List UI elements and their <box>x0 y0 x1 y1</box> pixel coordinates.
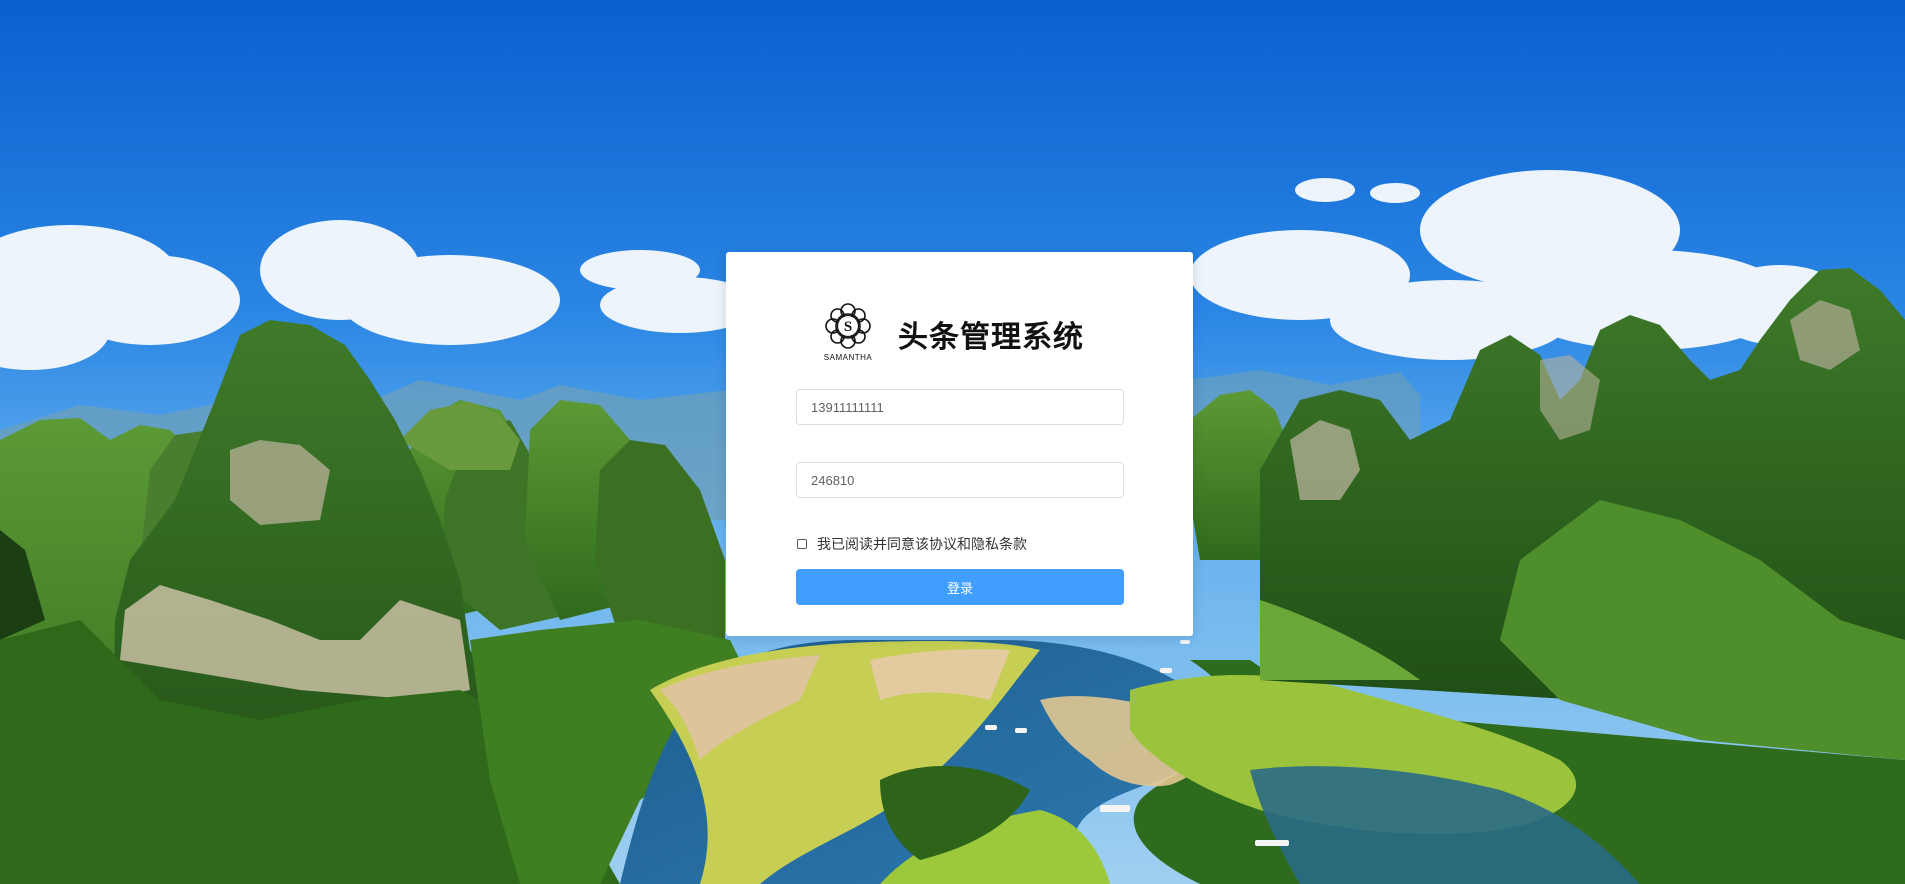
login-card: S SAMANTHA 头条管理系统 我已阅读并同意该协议和隐私条款 登录 <box>726 252 1193 636</box>
agreement-label[interactable]: 我已阅读并同意该协议和隐私条款 <box>817 534 1027 554</box>
logo-emblem-icon: S <box>825 303 871 349</box>
agreement-row: 我已阅读并同意该协议和隐私条款 <box>796 534 1027 554</box>
agreement-checkbox[interactable] <box>797 539 807 549</box>
logo-wordmark: SAMANTHA <box>823 353 873 362</box>
brand-header: S SAMANTHA 头条管理系统 <box>817 300 1107 368</box>
verification-code-input[interactable] <box>796 462 1124 498</box>
phone-input[interactable] <box>796 389 1124 425</box>
svg-text:S: S <box>844 319 852 335</box>
app-title: 头条管理系统 <box>898 320 1084 355</box>
login-button[interactable]: 登录 <box>796 569 1124 605</box>
samantha-logo: S SAMANTHA <box>817 300 879 368</box>
